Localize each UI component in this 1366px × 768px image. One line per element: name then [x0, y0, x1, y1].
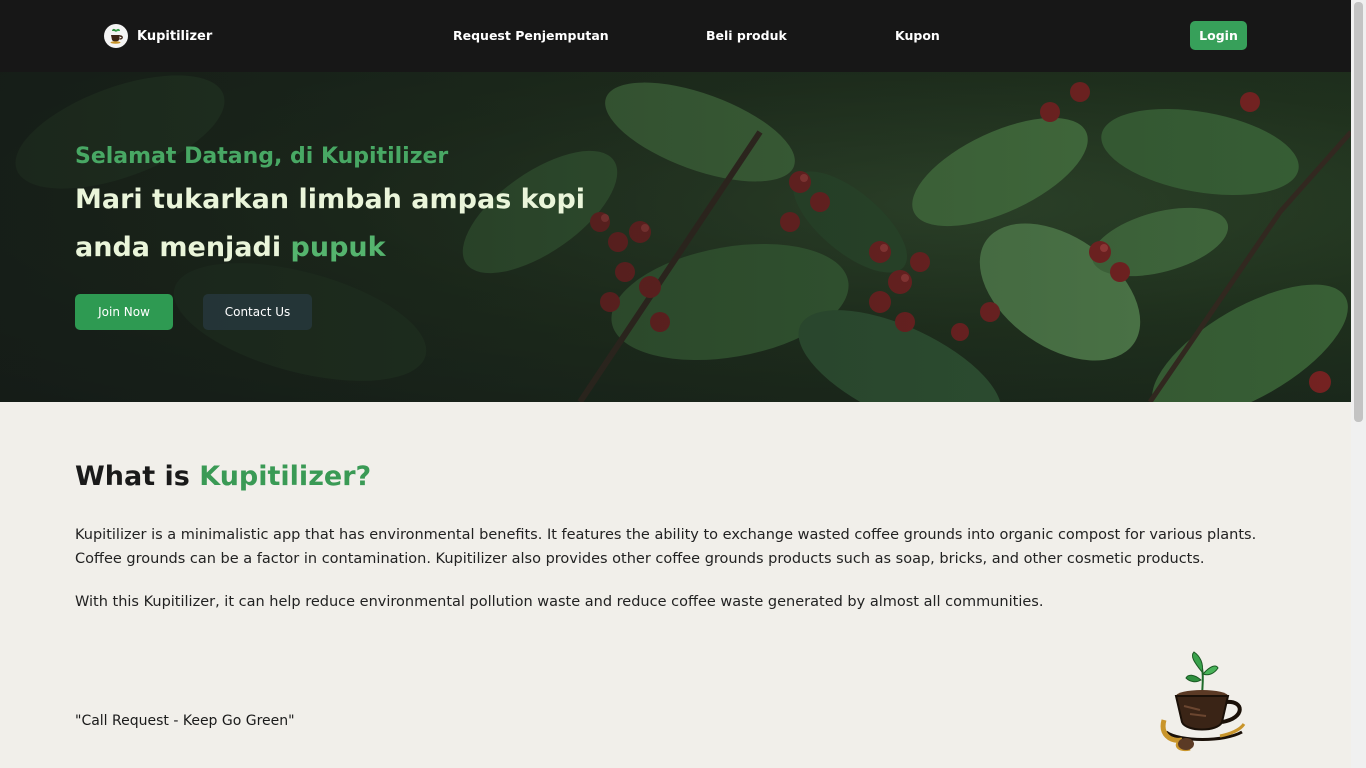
- coffee-plant-logo-icon: [104, 24, 128, 48]
- about-title-prefix: What is: [75, 461, 200, 492]
- about-paragraph-2: With this Kupitilizer, it can help reduc…: [75, 594, 1044, 610]
- brand[interactable]: Kupitilizer: [104, 24, 212, 48]
- coffee-cup-plant-logo-icon: [1160, 651, 1246, 751]
- hero-highlight-pupuk: pupuk: [290, 232, 386, 263]
- tagline: "Call Request - Keep Go Green": [75, 713, 295, 729]
- hero-headline-line-2: anda menjadi pupuk: [75, 232, 386, 263]
- hero-welcome-text: Selamat Datang, di Kupitilizer: [75, 144, 449, 169]
- nav-link-request-penjemputan[interactable]: Request Penjemputan: [453, 28, 609, 43]
- hero-headline-prefix: anda menjadi: [75, 232, 291, 263]
- about-title: What is Kupitilizer?: [75, 461, 371, 492]
- about-paragraph-1: Kupitilizer is a minimalistic app that h…: [75, 527, 1257, 567]
- join-now-button[interactable]: Join Now: [75, 294, 173, 330]
- nav-link-beli-produk[interactable]: Beli produk: [706, 28, 787, 43]
- scrollbar-thumb[interactable]: [1354, 2, 1363, 422]
- nav-link-kupon[interactable]: Kupon: [895, 28, 940, 43]
- hero-headline-line-1: Mari tukarkan limbah ampas kopi: [75, 184, 586, 215]
- login-button[interactable]: Login: [1190, 21, 1247, 50]
- hero-section: Selamat Datang, di Kupitilizer Mari tuka…: [0, 72, 1351, 402]
- about-title-highlight: Kupitilizer?: [199, 461, 372, 492]
- navbar: Kupitilizer Request Penjemputan Beli pro…: [0, 0, 1351, 72]
- contact-us-button[interactable]: Contact Us: [203, 294, 312, 330]
- vertical-scrollbar[interactable]: [1351, 0, 1366, 768]
- brand-name: Kupitilizer: [137, 28, 213, 44]
